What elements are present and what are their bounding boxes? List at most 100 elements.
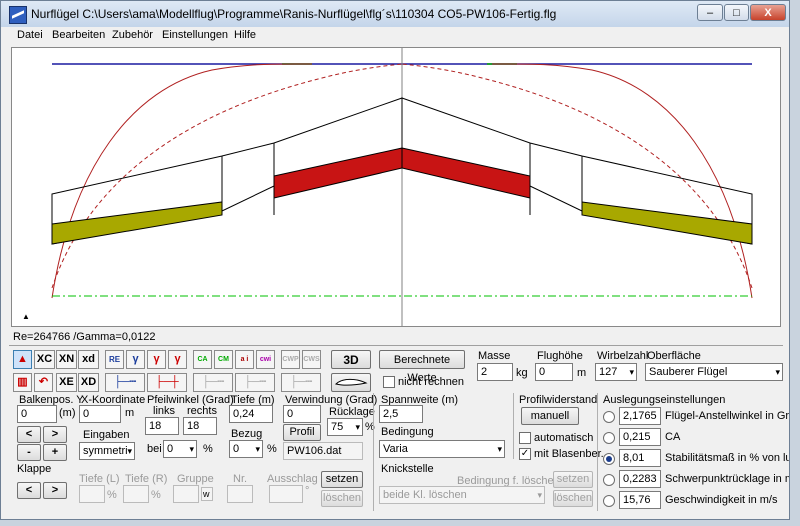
auslegung-radio-3[interactable] [603, 474, 615, 486]
klappe-tiefe-l-label: Tiefe (L) [79, 473, 120, 485]
span-axis-button[interactable]: ├─┄ [105, 373, 145, 392]
re-plot-button[interactable]: RE [105, 350, 124, 369]
auslegung-radio-2[interactable] [603, 453, 615, 465]
klappe-tiefe-r-pct: % [151, 489, 161, 501]
auslegung-value-4[interactable]: 15,76 [619, 491, 661, 509]
menu-zubehoer[interactable]: Zubehör [112, 29, 153, 41]
menu-datei[interactable]: Datei [17, 29, 43, 41]
balken-plus-button[interactable]: + [43, 444, 67, 461]
menu-einstellungen[interactable]: Einstellungen [162, 29, 228, 41]
menu-hilfe[interactable]: Hilfe [234, 29, 256, 41]
cwi-plot-button[interactable]: cwi [256, 350, 275, 369]
ruecklage-label: Rücklage [329, 406, 375, 418]
xd-button[interactable]: xd [78, 350, 99, 369]
oberflaeche-select[interactable]: Sauberer Flügel ▾ [645, 363, 783, 381]
grid-view-icon[interactable]: ▥ [13, 373, 32, 392]
nicht-rechnen-checkbox[interactable] [383, 376, 395, 388]
klappe-ausschlag-input[interactable] [269, 485, 303, 503]
gamma-plot-button[interactable]: γ [126, 350, 145, 369]
minimize-button[interactable]: – [697, 4, 723, 21]
xe-button[interactable]: XE [56, 373, 77, 392]
knick-select[interactable]: beide Kl. löschen ▾ [379, 486, 545, 504]
klappe-loeschen-button[interactable]: löschen [321, 490, 363, 507]
flughoehe-input[interactable]: 0 [535, 363, 573, 381]
red-axis-button[interactable]: ├─┼ [147, 373, 187, 392]
balken-left-button[interactable]: < [17, 426, 41, 443]
tiefe-input[interactable]: 0,24 [229, 405, 273, 423]
bezug-pct: % [267, 443, 277, 455]
profil-button[interactable]: Profil [283, 424, 321, 441]
oberflaeche-arrow-icon: ▾ [775, 367, 780, 377]
maximize-button[interactable]: □ [724, 4, 749, 21]
axis-button-3[interactable]: ├─┄ [193, 373, 233, 392]
automatisch-checkbox[interactable] [519, 432, 531, 444]
klappe-nr-input[interactable] [227, 485, 253, 503]
gamma-d-plot-button[interactable]: γ [168, 350, 187, 369]
pfeil-bei-select[interactable]: 0 ▾ [163, 440, 197, 458]
position-marker-icon[interactable]: ▲ [22, 312, 30, 321]
klappe-gruppe-input[interactable] [173, 485, 199, 503]
wing-canvas[interactable]: ▲ [11, 47, 781, 327]
balkenpos-input[interactable]: 0 [17, 405, 57, 423]
auslegung-radio-4[interactable] [603, 495, 615, 507]
berechnete-werte-button[interactable]: Berechnete Werte [379, 350, 465, 384]
auslegung-label-0: Flügel-Anstellwinkel in Grad [665, 410, 790, 422]
bedingung-select[interactable]: Varia ▾ [379, 440, 505, 458]
ai-plot-button[interactable]: a i [235, 350, 254, 369]
knick-setzen-button[interactable]: setzen [553, 471, 593, 488]
klappe-w-field[interactable]: w [201, 487, 213, 501]
ruecklage-select[interactable]: 75 ▾ [327, 418, 363, 436]
wing-drawing [51, 48, 753, 326]
gamma-v-plot-button[interactable]: γ [147, 350, 166, 369]
auslegung-value-2[interactable]: 8,01 [619, 449, 661, 467]
klappe-tiefe-l-input[interactable] [79, 485, 105, 503]
close-button[interactable]: X [750, 4, 786, 21]
pfeil-left-input[interactable]: 18 [145, 417, 179, 435]
auslegung-radio-0[interactable] [603, 411, 615, 423]
xc-button[interactable]: XC [34, 350, 55, 369]
undo-icon[interactable]: ↶ [34, 373, 53, 392]
xd-button-2[interactable]: XD [78, 373, 99, 392]
view-wing-icon[interactable]: ▲ [13, 350, 32, 369]
axis-button-5[interactable]: ├─┄ [281, 373, 321, 392]
divider-2 [513, 393, 514, 459]
auslegung-radio-1[interactable] [603, 432, 615, 444]
xkoord-input[interactable]: 0 [79, 405, 121, 423]
bezug-arrow-icon: ▾ [255, 444, 260, 454]
bezug-select[interactable]: 0 ▾ [229, 440, 263, 458]
pfeil-bei-value: 0 [167, 443, 174, 455]
balken-right-button[interactable]: > [43, 426, 67, 443]
cws-plot-button[interactable]: CWS [302, 350, 321, 369]
auslegung-label-1: CA [665, 431, 681, 443]
divider-3 [597, 393, 598, 511]
eingaben-value: symmetri [83, 445, 128, 457]
manuell-button[interactable]: manuell [521, 407, 579, 425]
balken-minus-button[interactable]: - [17, 444, 41, 461]
eingaben-select[interactable]: symmetri ▾ [79, 442, 135, 460]
axis-button-4[interactable]: ├─┄ [235, 373, 275, 392]
cm-plot-button[interactable]: CM [214, 350, 233, 369]
wirbelzahl-select[interactable]: 127 ▾ [595, 363, 637, 381]
xn-button[interactable]: XN [56, 350, 77, 369]
flap-left-outer [51, 201, 223, 245]
auslegung-value-0[interactable]: 2,1765 [619, 407, 661, 425]
klappe-setzen-button[interactable]: setzen [321, 471, 363, 488]
klappe-tiefe-r-input[interactable] [123, 485, 149, 503]
3d-view-button[interactable]: 3D [331, 350, 371, 369]
blasen-checkbox[interactable]: ✓ [519, 448, 531, 460]
knick-loeschen-button[interactable]: löschen [553, 490, 593, 507]
klappe-right-button[interactable]: > [43, 482, 67, 499]
profile-view-button[interactable] [331, 373, 371, 392]
spannweite-input[interactable]: 2,5 [379, 405, 423, 423]
ca-plot-button[interactable]: CA [193, 350, 212, 369]
auslegung-value-1[interactable]: 0,215 [619, 428, 661, 446]
klappe-left-button[interactable]: < [17, 482, 41, 499]
oberflaeche-value: Sauberer Flügel [649, 366, 728, 378]
pfeil-right-input[interactable]: 18 [183, 417, 217, 435]
desktop-background [790, 0, 800, 526]
menu-bearbeiten[interactable]: Bearbeiten [52, 29, 105, 41]
verwindung-input[interactable]: 0 [283, 405, 321, 423]
auslegung-value-3[interactable]: 0,2283 [619, 470, 661, 488]
masse-input[interactable]: 2 [477, 363, 513, 381]
cwp-plot-button[interactable]: CWP [281, 350, 300, 369]
